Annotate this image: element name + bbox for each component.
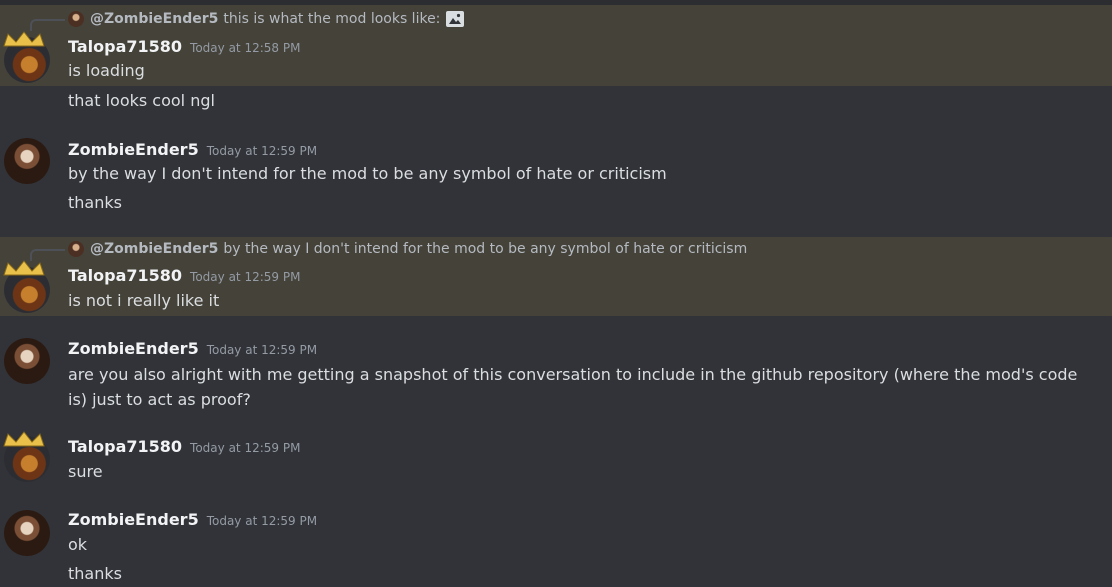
reply-avatar — [68, 11, 84, 27]
username[interactable]: ZombieEnder5 Today at 12:59 PM — [68, 140, 317, 159]
reply-text: this is what the mod looks like: — [223, 11, 441, 27]
image-icon — [446, 11, 465, 27]
reply-avatar — [68, 241, 84, 257]
reply-text: by the way I don't intend for the mod to… — [223, 241, 748, 257]
timestamp: Today at 12:59 PM — [190, 270, 301, 284]
message-text: thanks — [68, 564, 122, 583]
message-text: is not i really like it — [68, 291, 220, 310]
message-text: by the way I don't intend for the mod to… — [68, 164, 667, 183]
reply-preview[interactable]: @ZombieEnder5 this is what the mod looks… — [68, 9, 465, 29]
crown-icon — [3, 31, 45, 47]
avatar[interactable] — [4, 510, 50, 556]
username[interactable]: Talopa71580 Today at 12:58 PM — [68, 37, 300, 56]
message-text: ok — [68, 535, 88, 554]
timestamp: Today at 12:58 PM — [190, 41, 301, 55]
timestamp: Today at 12:59 PM — [206, 343, 318, 357]
username[interactable]: ZombieEnder5 Today at 12:59 PM — [68, 510, 317, 529]
message-text: sure — [68, 462, 103, 481]
timestamp: Today at 12:59 PM — [206, 514, 318, 528]
username[interactable]: ZombieEnder5 Today at 12:59 PM — [68, 339, 317, 358]
message-text: is loading — [68, 61, 145, 80]
message-text: that looks cool ngl — [68, 91, 215, 110]
crown-icon — [3, 431, 45, 447]
reply-username[interactable]: @ZombieEnder5 — [90, 11, 218, 27]
timestamp: Today at 12:59 PM — [206, 144, 318, 158]
username[interactable]: Talopa71580 Today at 12:59 PM — [68, 266, 300, 285]
timestamp: Today at 12:59 PM — [190, 441, 301, 455]
reply-username[interactable]: @ZombieEnder5 — [90, 241, 218, 257]
avatar[interactable] — [4, 338, 50, 384]
message-text: are you also alright with me getting a s… — [68, 365, 1078, 409]
avatar[interactable] — [4, 138, 50, 184]
crown-icon — [3, 260, 45, 276]
username[interactable]: Talopa71580 Today at 12:59 PM — [68, 437, 300, 456]
message-text: thanks — [68, 193, 122, 212]
reply-preview[interactable]: @ZombieEnder5 by the way I don't intend … — [68, 239, 747, 259]
